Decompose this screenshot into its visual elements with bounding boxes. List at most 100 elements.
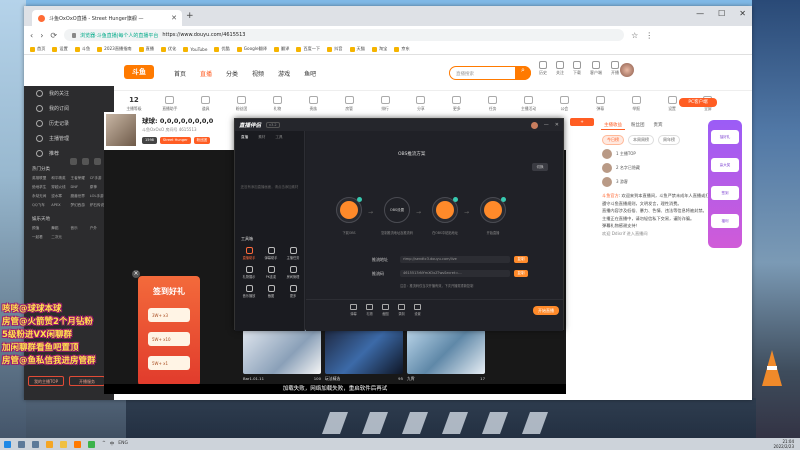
copy-key-button[interactable]: 复制	[514, 270, 528, 277]
gift-icon[interactable]: 礼物	[366, 303, 373, 316]
settings-icon[interactable]: 设置	[414, 303, 421, 316]
app-subtab[interactable]: 直播	[241, 135, 248, 140]
stream-key-field[interactable]: 4615513rNYmXOxZ?wsSecret=...	[400, 270, 510, 277]
task-icon[interactable]: 任务	[482, 95, 504, 112]
tool-more-icon[interactable]: 更多	[283, 285, 303, 298]
assistant-icon[interactable]: 直播助手	[159, 95, 181, 112]
fans-icon[interactable]: 粉丝团	[231, 95, 253, 112]
tool-task-icon[interactable]: 主播任务	[283, 247, 303, 260]
bookmark[interactable]: 首页	[30, 46, 45, 52]
banner-close-icon[interactable]: ×	[132, 270, 140, 278]
app-minimize-icon[interactable]: —	[544, 122, 549, 129]
tool-danmaku-icon[interactable]: 弹幕助手	[261, 247, 281, 260]
tag-badge[interactable]: Street Hunger	[159, 137, 191, 144]
push-url-field[interactable]: rtmp://sendtc3.douyu.com/live	[400, 256, 510, 263]
tool-music-icon[interactable]: 音乐播放	[239, 285, 259, 298]
start-live-button[interactable]: 开始直播	[533, 306, 559, 315]
step-stream-key[interactable]	[432, 197, 458, 223]
app-avatar[interactable]	[530, 121, 538, 129]
ad-item[interactable]: 赢大奖	[711, 158, 739, 172]
back-icon[interactable]: ‹	[30, 31, 33, 40]
tab-vip[interactable]: 贵宾	[651, 121, 666, 130]
streamer-avatar[interactable]	[106, 114, 136, 146]
category-link[interactable]: 舞蹈	[51, 226, 67, 231]
category-link[interactable]: 音乐	[71, 226, 87, 231]
tray-chevron-icon[interactable]: ^	[102, 441, 106, 447]
gift-item[interactable]: 5W+ x10	[148, 332, 190, 346]
admin-icon[interactable]: 房管	[338, 95, 360, 112]
bookmark[interactable]: 京东	[394, 46, 410, 52]
task-view-icon[interactable]	[32, 440, 39, 448]
history-icon[interactable]: 历史	[539, 61, 547, 76]
bookmark[interactable]: YouTube	[183, 46, 207, 52]
ad-item[interactable]: 签到	[711, 186, 739, 200]
bookmark[interactable]: 百度一下	[296, 46, 320, 52]
step-obs-settings[interactable]: OBS设置	[384, 197, 410, 223]
nav-video[interactable]: 视频	[252, 69, 264, 78]
bookmark[interactable]: 优酷	[214, 46, 230, 52]
lang-indicator[interactable]: ENG	[118, 441, 128, 447]
client-icon[interactable]: 客户端	[590, 61, 602, 76]
level-counter[interactable]: 12 主播等级	[123, 96, 145, 112]
sidebar-item-follow[interactable]: 我的关注	[24, 86, 114, 101]
guild-icon[interactable]: 公会	[554, 95, 576, 112]
tab-close-icon[interactable]: ✕	[171, 14, 177, 22]
browser-tab[interactable]: 斗鱼OxOxO直播 - Street Hunger旗舰 — ✕	[32, 10, 182, 26]
tag-badge[interactable]: 粉丝团	[193, 137, 211, 144]
bookmark[interactable]: 斗鱼	[74, 46, 90, 52]
bookmark[interactable]: 优化	[160, 46, 176, 52]
ad-item[interactable]: 福利	[711, 214, 739, 228]
floating-ad[interactable]: 抽好礼 赢大奖 签到 福利	[708, 120, 742, 248]
gift-item[interactable]: 3W+ x3	[148, 308, 190, 322]
bookmark[interactable]: 翻译	[273, 46, 289, 52]
browser-app-icon[interactable]	[46, 440, 53, 448]
ad-item[interactable]: 抽好礼	[711, 130, 739, 144]
sidebar-item-manage[interactable]: 主播管理	[24, 131, 114, 146]
step-start[interactable]	[480, 197, 506, 223]
follow-button[interactable]: +	[570, 118, 594, 126]
tool-pk-icon[interactable]: PK连麦	[261, 266, 281, 279]
tab-fans[interactable]: 粉丝团	[628, 121, 648, 130]
nav-yuba[interactable]: 鱼吧	[304, 69, 316, 78]
copy-url-button[interactable]: 复制	[514, 256, 528, 263]
danmaku-icon[interactable]: 弹幕	[350, 303, 357, 316]
more-icon[interactable]: 更多	[446, 95, 468, 112]
bookmark[interactable]: 直播	[138, 46, 154, 52]
video-thumbnail[interactable]	[407, 330, 485, 374]
category-link[interactable]: DNF	[71, 185, 87, 190]
app-close-icon[interactable]: ✕	[555, 122, 559, 129]
bookmark[interactable]: 淘宝	[371, 46, 387, 52]
star-icon[interactable]: ☆	[631, 31, 638, 40]
step-download[interactable]	[336, 197, 362, 223]
forward-icon[interactable]: ›	[40, 31, 43, 40]
chat-app-icon[interactable]	[88, 440, 95, 448]
category-link[interactable]: 魔兽世界	[71, 194, 87, 199]
category-link[interactable]: 英雄联盟	[32, 176, 48, 181]
go-live-icon[interactable]: 开播	[611, 61, 619, 76]
nav-category[interactable]: 分类	[226, 69, 238, 78]
category-link[interactable]: 和平精英	[51, 176, 67, 181]
search-icon[interactable]: ⌕	[515, 66, 531, 80]
nav-games[interactable]: 游戏	[278, 69, 290, 78]
ime-indicator[interactable]: 中	[110, 441, 115, 447]
maximize-button[interactable]: ☐	[718, 9, 725, 18]
record-icon[interactable]: 录制	[398, 303, 405, 316]
category-link[interactable]: 二次元	[51, 235, 67, 240]
close-window-button[interactable]: ✕	[739, 9, 746, 18]
category-link[interactable]: 一起看	[32, 235, 48, 240]
url-input[interactable]: 浏览器·斗鱼直播|每个人的直播平台 https://www.douyu.com/…	[64, 29, 625, 41]
minimize-button[interactable]: —	[696, 9, 704, 18]
category-link[interactable]: 梦幻西游	[71, 203, 87, 208]
tab-income[interactable]: 主播收益	[601, 121, 625, 130]
rank-icon[interactable]: 排行	[374, 95, 396, 112]
folder-icon[interactable]	[60, 440, 67, 448]
gift-item[interactable]: 5W+ x1	[148, 356, 190, 370]
extensions-icon[interactable]: ⋮	[645, 31, 653, 40]
video-thumbnail[interactable]	[325, 330, 403, 374]
gift-icon[interactable]: 礼物	[267, 95, 289, 112]
nav-home[interactable]: 首页	[174, 69, 186, 78]
tab-year[interactable]: 周年榜	[658, 135, 680, 145]
top-streamer-button[interactable]: 我的主播TOP	[28, 376, 64, 386]
bookmark[interactable]: 抖音	[327, 46, 343, 52]
app-subtab[interactable]: 素材	[258, 135, 265, 140]
